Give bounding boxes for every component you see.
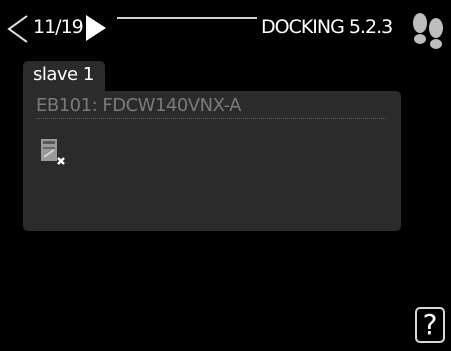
heat-pump-display: 11/19 DOCKING 5.2.3 slave 1 EB101: FDCW1… bbox=[0, 0, 451, 351]
menu-title: DOCKING 5.2.3 bbox=[261, 16, 393, 38]
prev-arrow-icon[interactable] bbox=[5, 14, 31, 44]
page-counter: 11/19 bbox=[33, 16, 84, 38]
header-divider bbox=[117, 17, 257, 19]
footprints-icon bbox=[413, 13, 443, 49]
outdoor-unit-disconnected-icon bbox=[41, 139, 65, 165]
tab-slave-1[interactable]: slave 1 bbox=[23, 61, 105, 92]
tab-label: slave 1 bbox=[33, 64, 94, 85]
help-button[interactable]: ? bbox=[415, 307, 445, 343]
help-label: ? bbox=[422, 308, 438, 341]
outdoor-unit-row[interactable]: EB101: FDCW140VNX-A bbox=[36, 95, 386, 119]
unit-label: EB101: FDCW140VNX-A bbox=[36, 95, 241, 116]
next-arrow-icon[interactable] bbox=[84, 13, 108, 43]
